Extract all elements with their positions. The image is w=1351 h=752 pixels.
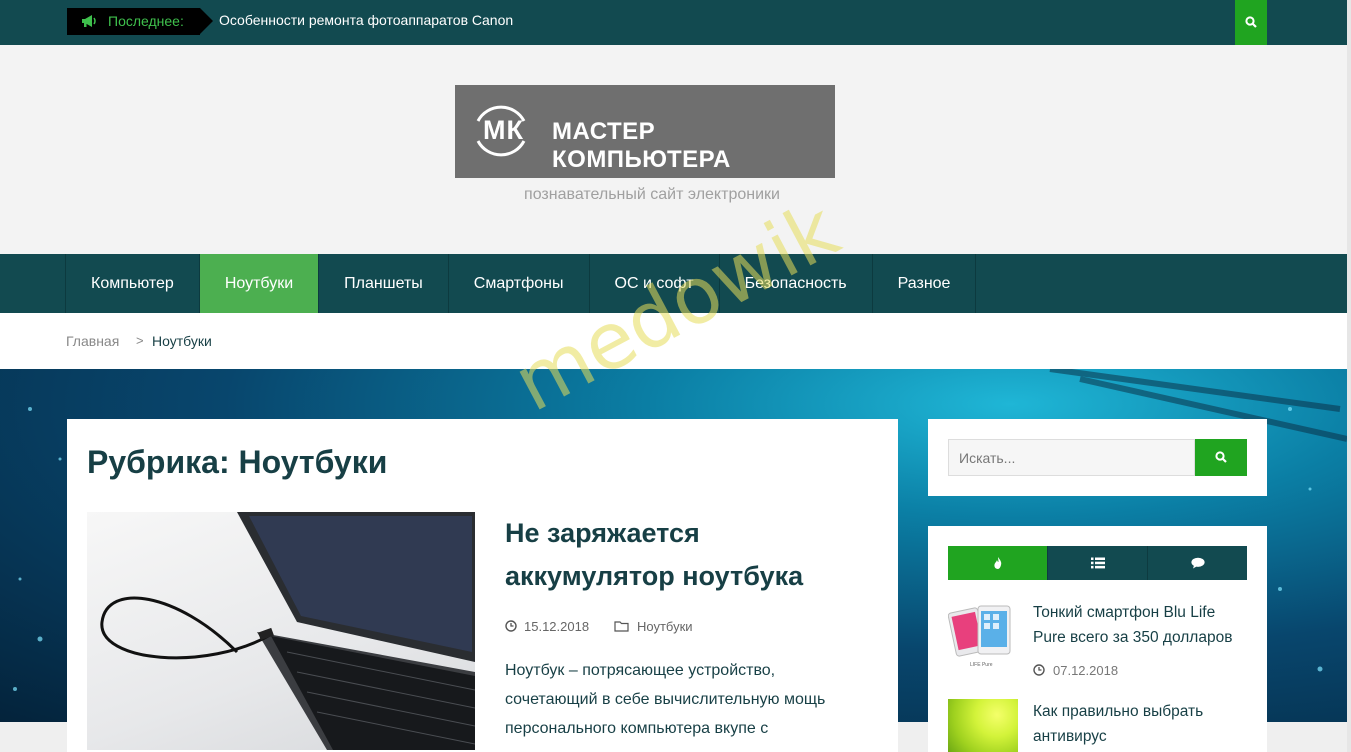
sidebar-search-input[interactable] bbox=[948, 439, 1195, 476]
search-icon bbox=[1215, 451, 1227, 463]
megaphone-icon bbox=[82, 15, 96, 27]
tab-recent[interactable] bbox=[1048, 546, 1148, 580]
sidebar-search-button[interactable] bbox=[1195, 439, 1247, 476]
fire-icon bbox=[993, 557, 1001, 569]
sidebar-post-title-link[interactable]: Тонкий смартфон Blu Life Pure всего за 3… bbox=[1033, 600, 1247, 650]
latest-label: Последнее: bbox=[67, 8, 213, 35]
nav-item[interactable]: Разное bbox=[873, 254, 977, 313]
clock-icon bbox=[1033, 664, 1045, 676]
site-tagline: познавательный сайт электроники bbox=[524, 186, 780, 203]
breadcrumb-home-link[interactable]: Главная bbox=[66, 333, 119, 349]
nav-list: Компьютер Ноутбуки Планшеты Смартфоны ОС и с… bbox=[65, 254, 977, 313]
laptop-image bbox=[100, 512, 475, 750]
smartphone-image: LIFE Pure bbox=[948, 605, 1011, 668]
sidebar-post-title-link[interactable]: Как правильно выбрать антивирус bbox=[1033, 699, 1247, 749]
site-logo[interactable]: МК МАСТЕР КОМПЬЮТЕРА bbox=[455, 85, 835, 178]
logo-mark: МК bbox=[483, 115, 524, 145]
tab-popular[interactable] bbox=[948, 546, 1048, 580]
nav-item[interactable]: Компьютер bbox=[66, 254, 200, 313]
list-icon bbox=[1090, 557, 1105, 569]
sidebar-post-thumbnail[interactable]: LIFE Pure bbox=[948, 600, 1018, 670]
post-excerpt: Ноутбук – потрясающее устройство, сочета… bbox=[505, 662, 826, 737]
nav-item[interactable]: ОС и софт bbox=[590, 254, 720, 313]
nav-item[interactable]: Смартфоны bbox=[449, 254, 590, 313]
post-title-link[interactable]: Не заряжается аккумулятор ноутбука bbox=[505, 512, 865, 598]
ticker-link[interactable]: Особенности ремонта фотоаппаратов Canon bbox=[219, 12, 513, 28]
main-nav: Компьютер Ноутбуки Планшеты Смартфоны ОС и с… bbox=[0, 254, 1347, 313]
comment-icon bbox=[1190, 557, 1205, 569]
sidebar-post-thumbnail[interactable] bbox=[948, 699, 1018, 752]
breadcrumb-separator: > bbox=[136, 333, 144, 348]
tab-comments[interactable] bbox=[1148, 546, 1247, 580]
folder-icon bbox=[614, 621, 629, 632]
logo-name: МАСТЕР КОМПЬЮТЕРА bbox=[552, 118, 731, 173]
search-toggle-button[interactable] bbox=[1235, 0, 1267, 45]
clock-icon bbox=[505, 620, 517, 632]
latest-label-text: Последнее: bbox=[108, 13, 184, 29]
sidebar-tabbar bbox=[948, 546, 1247, 580]
sidebar-post-date: 07.12.2018 bbox=[1053, 663, 1119, 678]
archive-title: Рубрика: Ноутбуки bbox=[87, 444, 388, 480]
nav-item[interactable]: Планшеты bbox=[319, 254, 449, 313]
scrollbar[interactable] bbox=[1347, 0, 1351, 752]
thumb-caption: LIFE Pure bbox=[970, 662, 993, 668]
nav-item[interactable]: Ноутбуки bbox=[199, 254, 320, 313]
post-date: 15.12.2018 bbox=[524, 619, 590, 634]
post-thumbnail[interactable] bbox=[87, 512, 475, 750]
nav-item[interactable]: Безопасность bbox=[720, 254, 873, 313]
post-category-link[interactable]: Ноутбуки bbox=[637, 619, 693, 634]
search-icon bbox=[1245, 16, 1257, 28]
breadcrumb-current: Ноутбуки bbox=[152, 333, 212, 349]
